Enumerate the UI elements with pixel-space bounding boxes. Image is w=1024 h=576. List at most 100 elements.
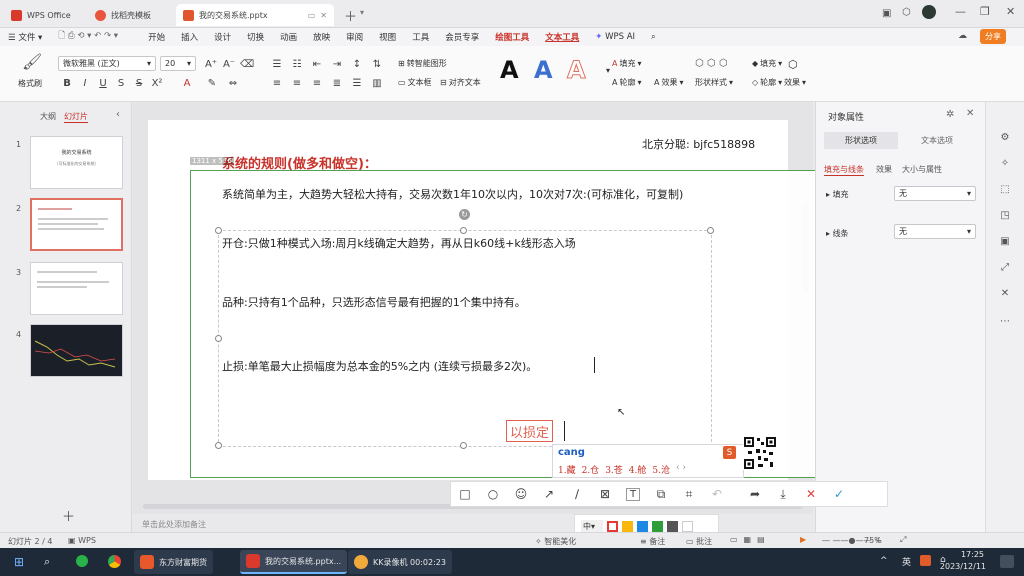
ime-candidate[interactable]: 4.舱 (629, 463, 647, 476)
menu-member[interactable]: 会员专享 (437, 31, 487, 43)
shape-style-gallery[interactable]: ⬡ ⬡ ⬡ (695, 58, 728, 69)
highlight-icon[interactable]: ✎ (205, 76, 219, 90)
skin-icon[interactable]: ⬡ (902, 7, 911, 18)
notes-button[interactable]: ≡ 备注 (640, 536, 665, 547)
menu-tools[interactable]: 工具 (404, 31, 437, 43)
slide-thumbnail-2[interactable] (30, 198, 123, 251)
align-right-icon[interactable]: ≡ (310, 76, 324, 90)
font-color-icon[interactable]: A (180, 76, 194, 90)
tray-expand-icon[interactable]: ^ (880, 556, 888, 566)
window-layout-icon[interactable]: ▣ (882, 8, 891, 19)
quick-access-icons[interactable]: 🗋 ⎙ ⟲ ▾ ↶ ↷ ▾ (50, 30, 126, 44)
line-spacing-icon[interactable]: ↕ (350, 57, 364, 71)
fill-select[interactable]: 无 ▾ (894, 186, 976, 201)
menu-wps-ai[interactable]: ✦ WPS AI (587, 32, 643, 42)
stroke-size-select[interactable]: 中▾ (581, 519, 603, 533)
text-outline-button[interactable]: A 轮廓 ▾ (612, 77, 642, 88)
menu-drawing-tools[interactable]: 绘图工具 (487, 31, 537, 43)
indent-icon[interactable]: ⇥ (330, 57, 344, 71)
taskbar-app-eastmoney[interactable]: 东方财富期货 (134, 550, 213, 574)
wechat-icon[interactable] (76, 555, 88, 567)
menu-insert[interactable]: 插入 (173, 31, 206, 43)
char-spacing-icon[interactable]: ⇔ (226, 76, 240, 90)
cloud-icon[interactable]: ☁ (958, 31, 967, 41)
superscript-icon[interactable]: X² (150, 76, 164, 90)
font-name-select[interactable]: 微软雅黑 (正文) ▾ (58, 56, 156, 71)
slide-thumbnail-4[interactable] (30, 324, 123, 377)
color-swatch-white[interactable] (682, 520, 693, 532)
ime-candidate[interactable]: 5.沧 (652, 463, 670, 476)
menu-transition[interactable]: 切换 (239, 31, 272, 43)
bullets-icon[interactable]: ☰ (270, 57, 284, 71)
menu-view[interactable]: 视图 (371, 31, 404, 43)
text-box-button[interactable]: ▭ 文本框 (398, 77, 432, 88)
underline-icon[interactable]: U (96, 76, 110, 90)
outdent-icon[interactable]: ⇤ (310, 57, 324, 71)
beautify-button[interactable]: ✧ 智能美化 (535, 536, 576, 547)
tools-icon[interactable]: ✕ (998, 286, 1012, 300)
comment-icon[interactable]: ▣ (998, 234, 1012, 248)
share-icon[interactable]: ➦ (741, 487, 769, 501)
subtab-effect[interactable]: 效果 (876, 164, 892, 175)
sogou-tray-icon[interactable] (920, 555, 931, 566)
line-select[interactable]: 无 ▾ (894, 224, 976, 239)
close-window-icon[interactable]: ✕ (1006, 5, 1015, 18)
play-icon[interactable]: ▶ (800, 535, 806, 544)
slide-thumbnail-3[interactable] (30, 262, 123, 315)
search-icon[interactable]: ⌕ (44, 555, 50, 569)
format-painter-label[interactable]: 格式刷 (18, 78, 42, 89)
close-pane-icon[interactable]: ✕ (966, 108, 974, 119)
convert-smartart-button[interactable]: ⊞ 转智能图形 (398, 58, 447, 69)
share-button[interactable]: 分享 (980, 29, 1006, 44)
decrease-font-icon[interactable]: A⁻ (222, 57, 236, 71)
increase-font-icon[interactable]: A⁺ (204, 57, 218, 71)
shapes-icon[interactable]: ◳ (998, 208, 1012, 222)
save-icon[interactable]: ⤓ (769, 487, 797, 502)
clock-date[interactable]: 2023/12/11 (938, 562, 986, 571)
bold-icon[interactable]: B (60, 76, 74, 90)
align-center-icon[interactable]: ≡ (290, 76, 304, 90)
rule-line-4[interactable]: 止损:单笔最大止损幅度为总本金的5%之内 (连续亏损最多2次)。 (222, 358, 537, 374)
tab-slides[interactable]: 幻灯片 (64, 111, 88, 123)
restore-tab-icon[interactable]: ▭ (308, 11, 316, 20)
properties-icon[interactable]: ⚙ (998, 130, 1012, 144)
rule-line-3[interactable]: 品种:只持有1个品种，只选形态信号最有把握的1个集中持有。 (222, 294, 526, 310)
comment-button[interactable]: ▭ 批注 (686, 536, 712, 547)
shape-style-button[interactable]: 形状样式 ▾ (695, 77, 733, 88)
tab-outline[interactable]: 大纲 (40, 111, 56, 122)
text-effect-button[interactable]: A 效果 ▾ (654, 77, 684, 88)
mosaic-icon[interactable]: ⊠ (591, 487, 619, 501)
menu-animation[interactable]: 动画 (272, 31, 305, 43)
more-options-icon[interactable]: ⋯ (998, 314, 1012, 328)
shape-outline-button[interactable]: ◇ 轮廓 ▾ (752, 77, 782, 88)
undo-icon[interactable]: ↶ (703, 487, 731, 501)
ime-candidate-window[interactable]: cang 1.藏 2.仓 3.苍 4.舱 5.沧 ‹ › S (552, 444, 744, 478)
subtab-fill-line[interactable]: 填充与线条 (824, 164, 864, 176)
avatar[interactable] (922, 5, 936, 19)
align-text-button[interactable]: ⊟ 对齐文本 (440, 77, 481, 88)
close-tab-icon[interactable]: ✕ (320, 11, 327, 20)
tab-templates[interactable]: 找稻壳模板 (88, 4, 174, 26)
line-section[interactable]: ▸ 线条 (826, 228, 849, 239)
resize-handle[interactable] (215, 227, 222, 234)
align-left-icon[interactable]: ≡ (270, 76, 284, 90)
new-tab-icon[interactable]: ＋ (344, 6, 357, 25)
menu-home[interactable]: 开始 (140, 31, 173, 43)
ocr-icon[interactable]: ⌗ (675, 487, 703, 502)
font-size-select[interactable]: 20 ▾ (160, 56, 196, 71)
ime-candidate[interactable]: 1.藏 (558, 463, 576, 476)
tab-text-options[interactable]: 文本选项 (900, 132, 974, 149)
ellipse-icon[interactable]: ○ (479, 487, 507, 501)
arrow-icon[interactable]: ↗ (535, 487, 563, 501)
rotate-handle-icon[interactable]: ↻ (459, 209, 470, 220)
text-box-frame[interactable] (218, 230, 712, 447)
shape-effect-button[interactable]: 效果 ▾ (784, 77, 806, 88)
tab-shape-options[interactable]: 形状选项 (824, 132, 898, 149)
taskbar-app-wps[interactable]: 我的交易系统.pptx... (240, 550, 348, 574)
strikethrough-icon[interactable]: S (132, 76, 146, 90)
annotation-text-box[interactable]: 以损定 (506, 420, 554, 442)
menu-design[interactable]: 设计 (206, 31, 239, 43)
taskbar-app-recorder[interactable]: KK录像机 00:02:23 (348, 550, 452, 574)
contact-text[interactable]: 北京分聪: bjfc518898 (642, 136, 755, 152)
color-swatch-red[interactable] (607, 520, 618, 532)
